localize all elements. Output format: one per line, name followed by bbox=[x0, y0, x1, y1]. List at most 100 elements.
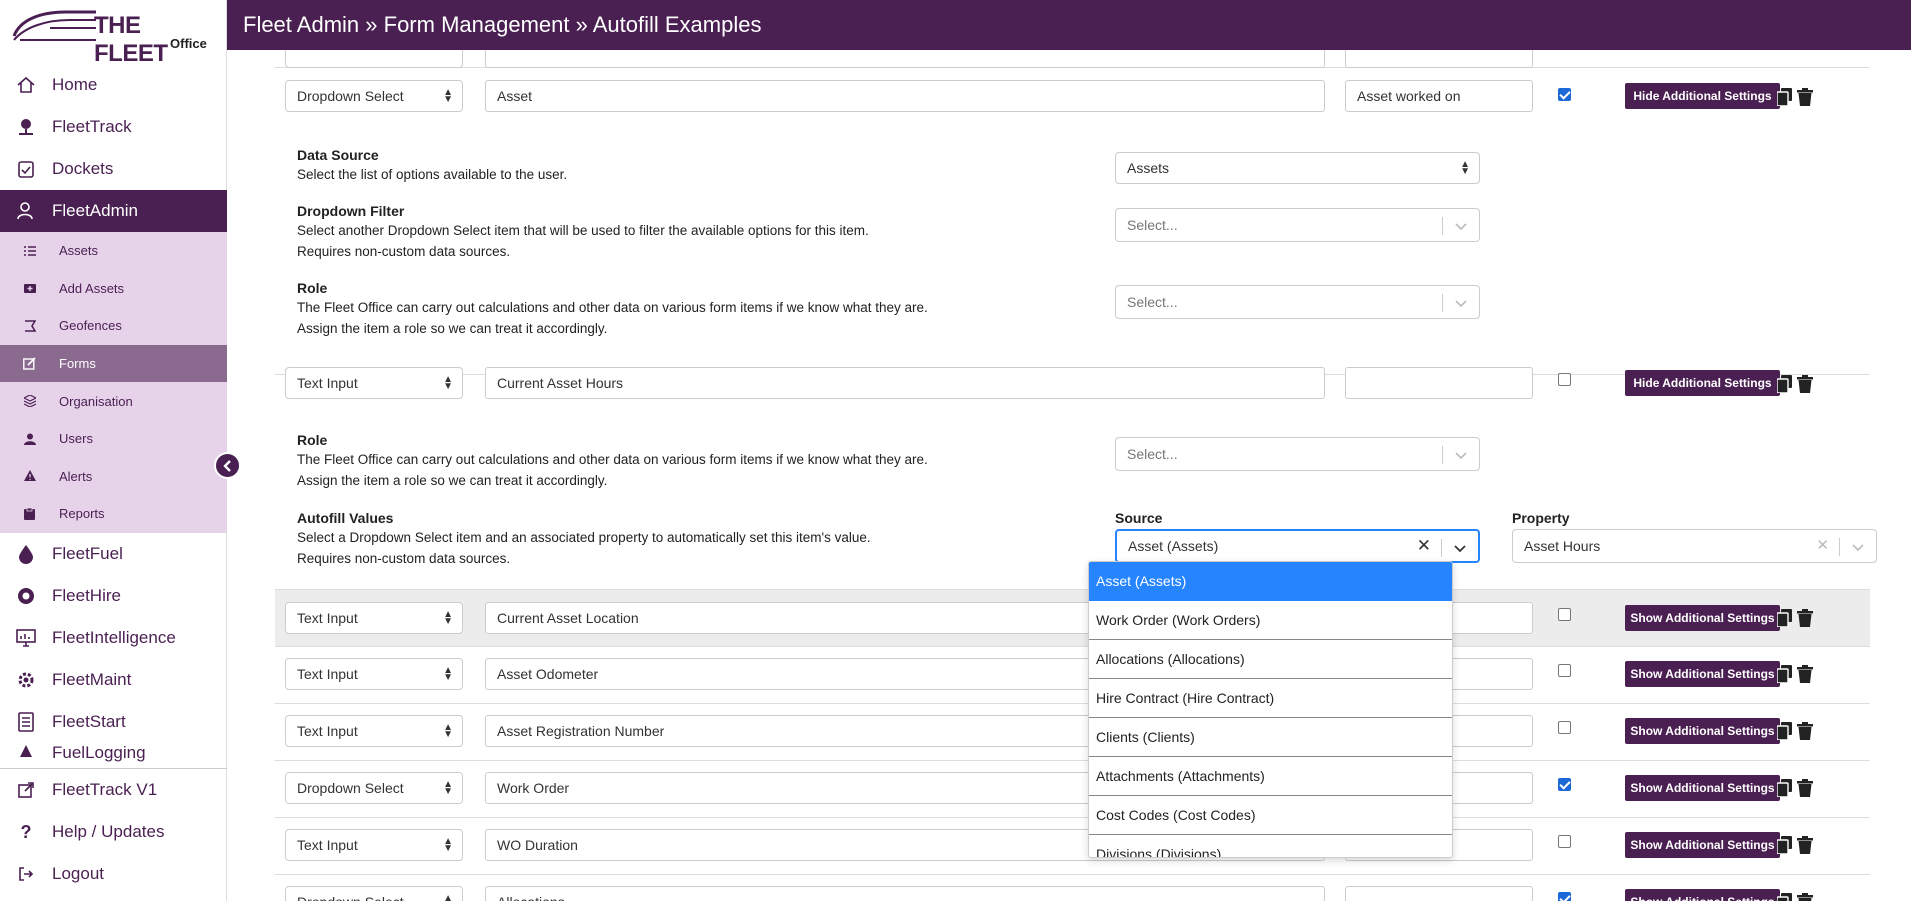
field-type-select[interactable]: Text Input ▲ ▼ bbox=[285, 715, 463, 747]
show-settings-button[interactable]: Show Additional Settings bbox=[1625, 832, 1780, 858]
copy-icon[interactable] bbox=[1777, 609, 1793, 627]
field-desc-input[interactable]: Asset worked on bbox=[1345, 80, 1533, 112]
role-desc-2: Assign the item a role so we can treat i… bbox=[297, 473, 608, 488]
trash-icon[interactable] bbox=[1797, 779, 1813, 797]
dropdown-option[interactable]: Attachments (Attachments) bbox=[1089, 757, 1452, 796]
required-checkbox[interactable] bbox=[1558, 721, 1571, 734]
select-separator bbox=[1442, 446, 1443, 464]
required-checkbox[interactable] bbox=[1558, 373, 1571, 386]
nav-item-fleetintelligence[interactable]: FleetIntelligence bbox=[0, 617, 227, 659]
trash-icon[interactable] bbox=[1797, 375, 1813, 393]
required-checkbox[interactable] bbox=[1558, 778, 1571, 791]
nav-item-home[interactable]: Home bbox=[0, 64, 227, 106]
dropdown-filter-select[interactable]: Select... bbox=[1115, 208, 1480, 242]
trash-icon[interactable] bbox=[1797, 665, 1813, 683]
dropdown-option[interactable]: Allocations (Allocations) bbox=[1089, 640, 1452, 679]
dropdown-option[interactable]: Work Order (Work Orders) bbox=[1089, 601, 1452, 640]
show-settings-button[interactable]: Show Additional Settings bbox=[1625, 889, 1780, 901]
dropdown-option[interactable]: Asset (Assets) bbox=[1089, 562, 1452, 601]
show-settings-button[interactable]: Show Additional Settings bbox=[1625, 661, 1780, 687]
field-type-select[interactable]: Text Input ▲ ▼ bbox=[285, 829, 463, 861]
copy-icon[interactable] bbox=[1777, 88, 1793, 106]
nav-item-fleethire[interactable]: FleetHire bbox=[0, 575, 227, 617]
external-link-icon bbox=[0, 782, 52, 798]
sub-item-geofences[interactable]: Geofences bbox=[0, 307, 227, 345]
field-type-select[interactable]: Text Input ▲ ▼ bbox=[285, 367, 463, 399]
hide-settings-button[interactable]: Hide Additional Settings bbox=[1625, 83, 1780, 109]
sub-label: Alerts bbox=[59, 468, 93, 484]
autofill-property-select[interactable]: Asset Hours ✕ bbox=[1512, 529, 1877, 563]
nav-item-fleettrack-v1[interactable]: FleetTrack V1 bbox=[0, 769, 227, 811]
field-desc-input[interactable] bbox=[1345, 367, 1533, 399]
required-checkbox[interactable] bbox=[1558, 892, 1571, 901]
top-bar: Fleet Admin » Form Management » Autofill… bbox=[227, 0, 1911, 50]
required-checkbox[interactable] bbox=[1558, 608, 1571, 621]
field-name-input[interactable]: Current Asset Hours bbox=[485, 367, 1325, 399]
show-settings-button[interactable]: Show Additional Settings bbox=[1625, 775, 1780, 801]
sub-item-assets[interactable]: Assets bbox=[0, 232, 227, 270]
trash-icon[interactable] bbox=[1797, 722, 1813, 740]
field-type-select[interactable]: Text Input ▲ ▼ bbox=[285, 602, 463, 634]
select-arrows-icon: ▲▼ bbox=[443, 374, 453, 392]
field-desc-input[interactable] bbox=[1345, 886, 1533, 901]
logout-icon bbox=[0, 866, 52, 882]
field-name-input[interactable]: Asset bbox=[485, 80, 1325, 112]
sub-item-forms[interactable]: Forms bbox=[0, 344, 227, 383]
clear-icon[interactable]: ✕ bbox=[1417, 536, 1431, 556]
fuel-icon bbox=[0, 743, 52, 757]
field-type-value: Dropdown Select bbox=[297, 88, 404, 104]
chevron-down-icon bbox=[1852, 544, 1864, 552]
nav-item-fuellogging[interactable]: FuelLogging bbox=[0, 743, 227, 763]
sub-item-add-assets[interactable]: Add Assets bbox=[0, 270, 227, 308]
list-icon bbox=[0, 245, 59, 257]
field-type-select[interactable]: Dropdown Select ▲▼ bbox=[285, 886, 463, 901]
nav-item-fleetadmin[interactable]: FleetAdmin bbox=[0, 190, 227, 232]
dropdown-option[interactable]: Cost Codes (Cost Codes) bbox=[1089, 796, 1452, 835]
sub-item-alerts[interactable]: Alerts bbox=[0, 458, 227, 496]
role-select[interactable]: Select... bbox=[1115, 437, 1480, 471]
copy-icon[interactable] bbox=[1777, 893, 1793, 901]
show-settings-button[interactable]: Show Additional Settings bbox=[1625, 718, 1780, 744]
field-name-input[interactable] bbox=[485, 50, 1325, 68]
sub-item-users[interactable]: Users bbox=[0, 420, 227, 458]
field-desc-input[interactable] bbox=[1345, 50, 1533, 68]
nav-item-fleetstart[interactable]: FleetStart bbox=[0, 701, 227, 743]
dropdown-option[interactable]: Divisions (Divisions) bbox=[1089, 835, 1452, 857]
trash-icon[interactable] bbox=[1797, 893, 1813, 901]
role-select[interactable]: Select... bbox=[1115, 285, 1480, 319]
required-checkbox[interactable] bbox=[1558, 88, 1571, 101]
copy-icon[interactable] bbox=[1777, 665, 1793, 683]
sub-item-reports[interactable]: Reports bbox=[0, 495, 227, 533]
autofill-source-select[interactable]: Asset (Assets) ✕ bbox=[1115, 529, 1480, 563]
copy-icon[interactable] bbox=[1777, 722, 1793, 740]
trash-icon[interactable] bbox=[1797, 609, 1813, 627]
clear-icon[interactable]: ✕ bbox=[1816, 536, 1829, 554]
field-type-select[interactable] bbox=[285, 50, 463, 68]
copy-icon[interactable] bbox=[1777, 836, 1793, 854]
nav-item-dockets[interactable]: Dockets bbox=[0, 148, 227, 190]
required-checkbox[interactable] bbox=[1558, 664, 1571, 677]
field-type-select[interactable]: Dropdown Select ▲▼ bbox=[285, 80, 463, 112]
nav-item-help[interactable]: ? Help / Updates bbox=[0, 811, 227, 853]
copy-icon[interactable] bbox=[1777, 779, 1793, 797]
sub-item-organisation[interactable]: Organisation bbox=[0, 382, 227, 420]
hide-settings-button[interactable]: Hide Additional Settings bbox=[1625, 370, 1780, 396]
dropdown-option[interactable]: Hire Contract (Hire Contract) bbox=[1089, 679, 1452, 718]
dropdown-option[interactable]: Clients (Clients) bbox=[1089, 718, 1452, 757]
data-source-select[interactable]: Assets ▲ ▼ bbox=[1115, 152, 1480, 184]
logo[interactable]: THE FLEET Office bbox=[10, 4, 210, 67]
clipboard-check-icon bbox=[0, 159, 52, 179]
required-checkbox[interactable] bbox=[1558, 835, 1571, 848]
nav-item-logout[interactable]: Logout bbox=[0, 853, 227, 895]
copy-icon[interactable] bbox=[1777, 375, 1793, 393]
nav-item-fleetmaint[interactable]: FleetMaint bbox=[0, 659, 227, 701]
trash-icon[interactable] bbox=[1797, 88, 1813, 106]
nav-item-fleettrack[interactable]: FleetTrack bbox=[0, 106, 227, 148]
trash-icon[interactable] bbox=[1797, 836, 1813, 854]
field-name-input[interactable]: Allocations bbox=[485, 886, 1325, 901]
collapse-sidebar-button[interactable] bbox=[214, 452, 241, 479]
nav-item-fleetfuel[interactable]: FleetFuel bbox=[0, 533, 227, 575]
field-type-select[interactable]: Text Input ▲ ▼ bbox=[285, 658, 463, 690]
show-settings-button[interactable]: Show Additional Settings bbox=[1625, 605, 1780, 631]
field-type-select[interactable]: Dropdown Select ▲▼ bbox=[285, 772, 463, 804]
